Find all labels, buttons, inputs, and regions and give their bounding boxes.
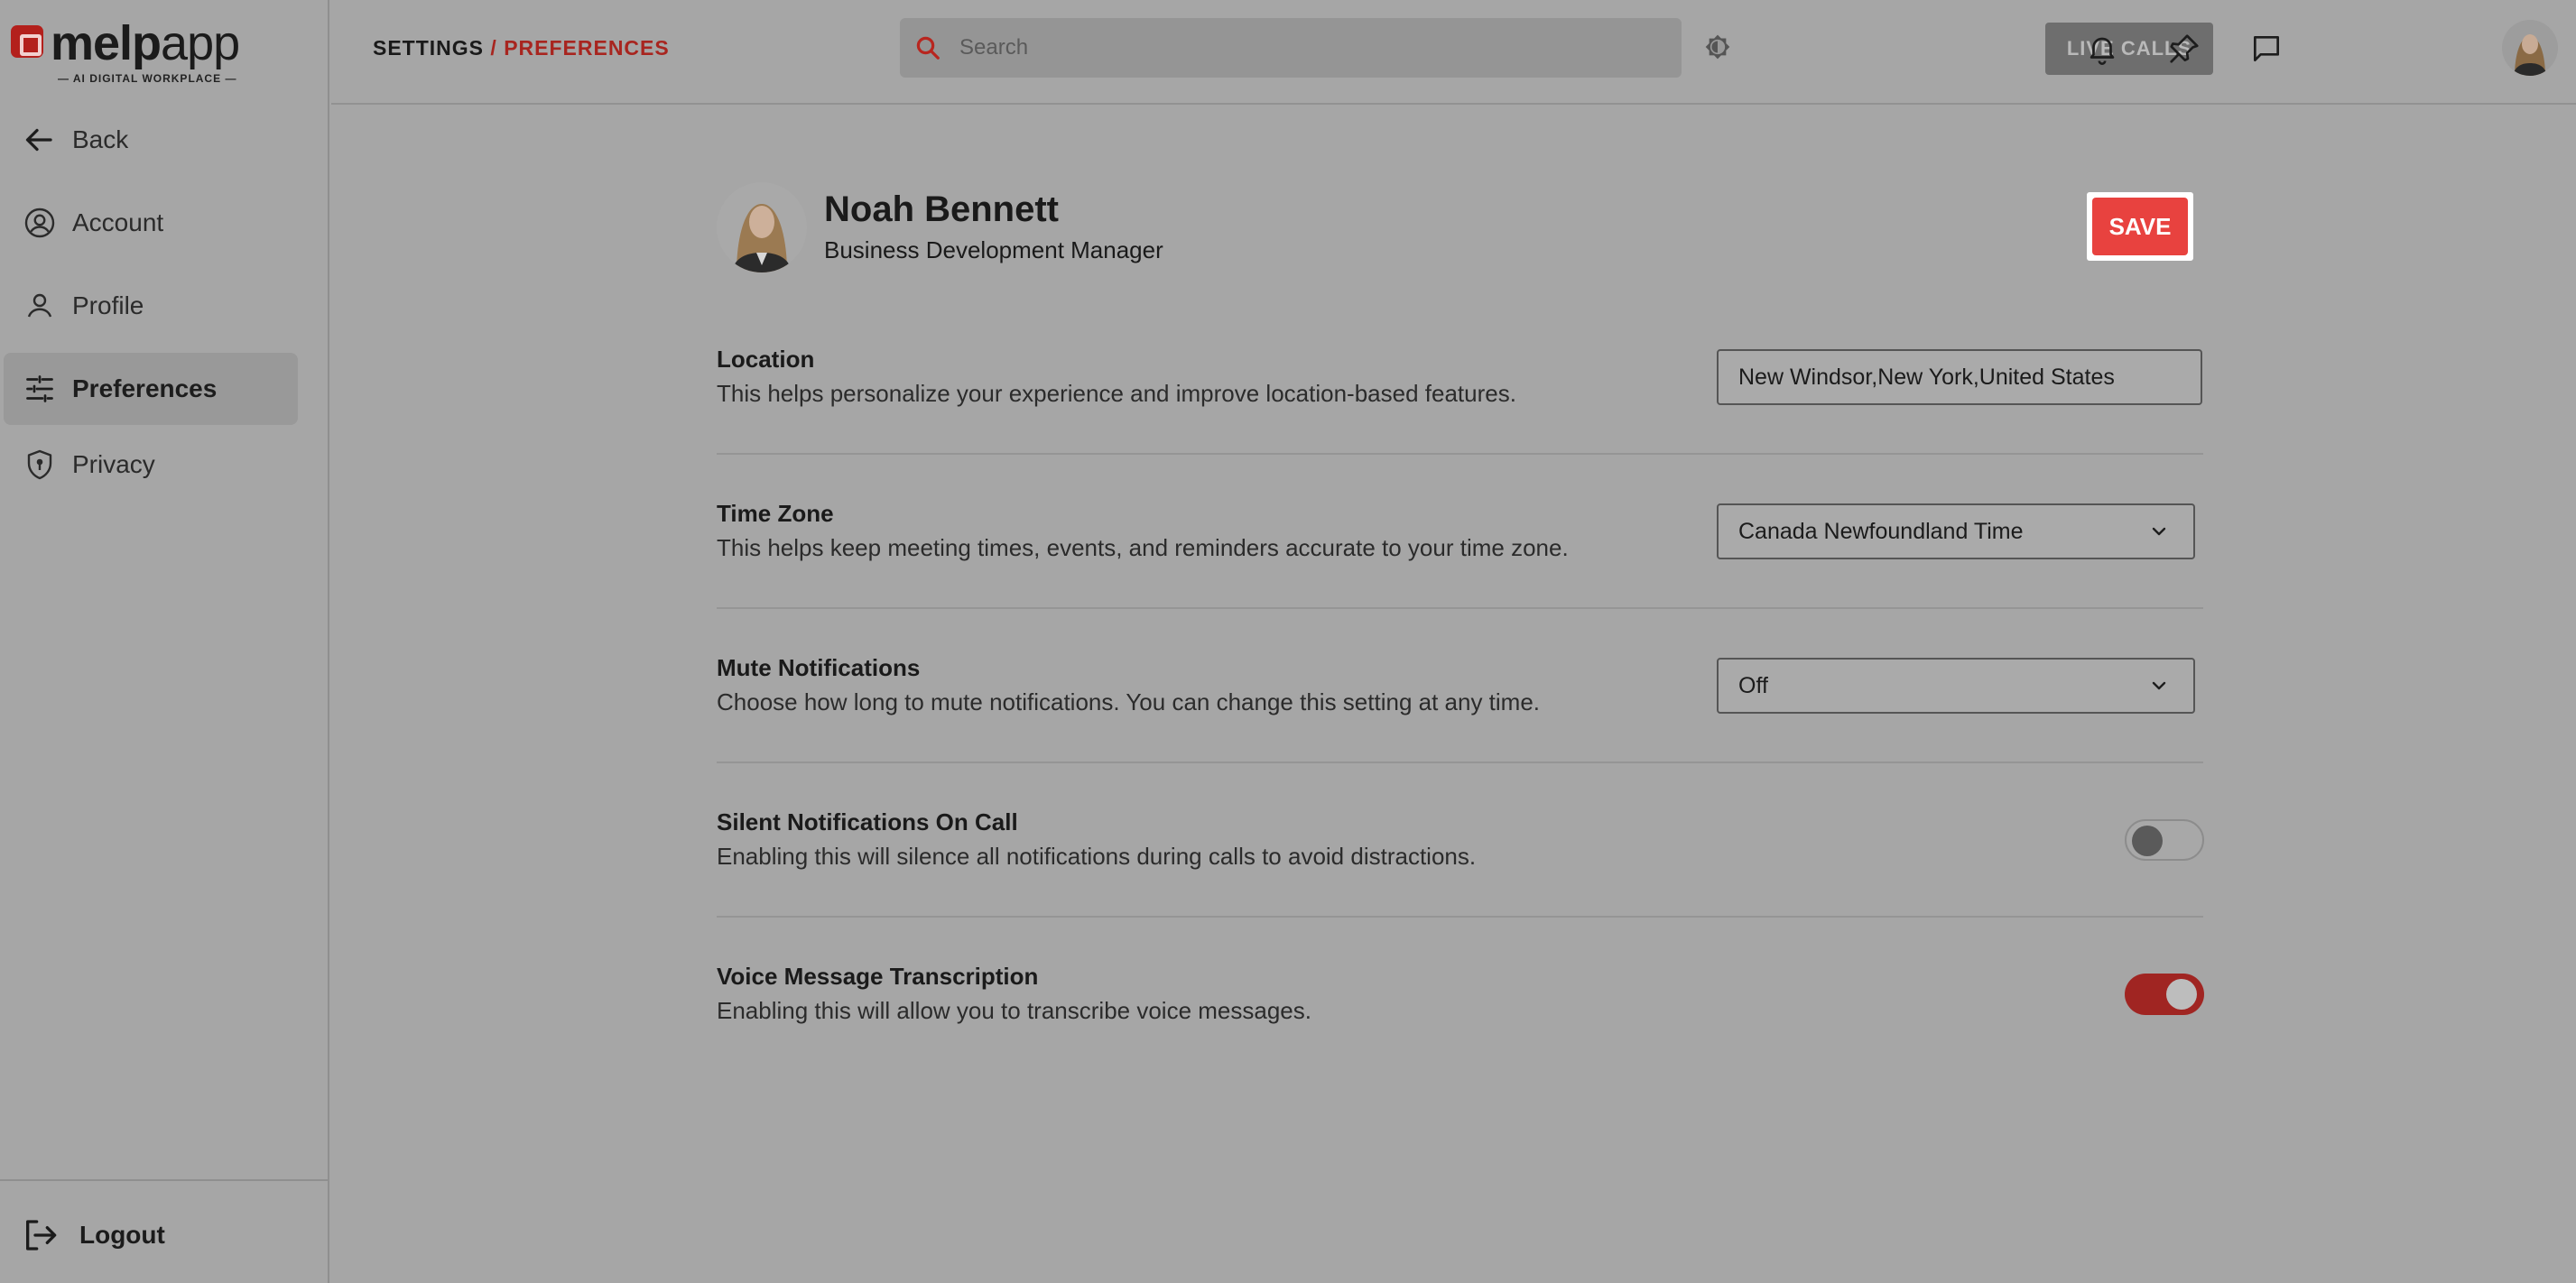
setting-description: This helps personalize your experience a… [717,380,1516,407]
setting-title: Silent Notifications On Call [717,808,1018,835]
sidebar-item-label: Preferences [72,374,218,402]
sidebar-item-label: Profile [72,291,144,319]
user-circle-icon [24,208,55,238]
setting-description: Choose how long to mute notifications. Y… [717,688,1541,715]
arrow-left-icon [25,128,52,152]
search-icon [916,36,940,60]
search-bar[interactable] [900,18,1682,78]
save-button-frame: SAVE [2087,192,2193,261]
profile-image [717,182,807,272]
sidebar-item-profile[interactable]: Profile [4,270,298,342]
logo-icon [11,25,43,58]
logo-text-bold: melp [51,16,162,70]
profile-photo [717,182,807,272]
setting-mute-notifications: Mute Notifications Choose how long to mu… [717,609,2203,763]
shield-icon [27,449,52,480]
timezone-value: Canada Newfoundland Time [1738,518,2024,544]
toggle-knob [2166,979,2197,1010]
theme-toggle-icon[interactable] [1703,32,1732,61]
avatar-image [2502,20,2558,76]
logo-tagline: — AI DIGITAL WORKPLACE — [58,72,237,85]
sidebar-item-label: Privacy [72,450,155,478]
setting-timezone: Time Zone This helps keep meeting times,… [717,455,2203,609]
user-icon [27,293,52,318]
logout-button[interactable]: Logout [22,1217,165,1253]
sidebar-item-preferences[interactable]: Preferences [4,353,298,425]
setting-title: Mute Notifications [717,654,921,681]
setting-voice-transcription: Voice Message Transcription Enabling thi… [717,918,2204,1072]
chevron-down-icon [2152,681,2166,690]
pin-icon[interactable] [2167,32,2201,66]
setting-description: Enabling this will allow you to transcri… [717,997,1311,1024]
back-label: Back [72,125,129,153]
sidebar-item-label: Account [72,208,164,236]
timezone-select[interactable]: Canada Newfoundland Time [1717,503,2195,559]
sidebar-item-privacy[interactable]: Privacy [4,429,298,501]
breadcrumb-separator: / [484,36,505,60]
top-header: SETTINGS / PREFERENCES LIVE CALLS [331,0,2576,105]
silent-on-call-toggle[interactable] [2125,819,2204,861]
setting-description: This helps keep meeting times, events, a… [717,534,1569,561]
sidebar: melpapp — AI DIGITAL WORKPLACE — Back Ac… [0,0,329,1283]
chat-icon[interactable] [2249,32,2284,66]
breadcrumb-root[interactable]: SETTINGS [373,36,484,60]
bell-icon[interactable] [2085,32,2119,66]
back-button[interactable]: Back [4,104,298,176]
setting-silent-on-call: Silent Notifications On Call Enabling th… [717,763,2204,918]
setting-description: Enabling this will silence all notificat… [717,843,1477,870]
setting-title: Location [717,346,815,373]
setting-location: Location This helps personalize your exp… [717,300,2203,455]
breadcrumb-current: PREFERENCES [504,36,670,60]
toggle-knob [2132,826,2163,856]
setting-title: Time Zone [717,500,834,527]
sidebar-item-account[interactable]: Account [4,187,298,259]
user-avatar[interactable] [2502,20,2558,76]
breadcrumb: SETTINGS / PREFERENCES [373,36,670,60]
voice-transcription-toggle[interactable] [2125,974,2204,1015]
profile-name: Noah Bennett [824,189,1059,229]
logout-section: Logout [0,1179,328,1283]
chevron-down-icon [2152,527,2166,536]
setting-title: Voice Message Transcription [717,963,1039,990]
mute-value: Off [1738,672,1768,698]
brand-logo[interactable]: melpapp — AI DIGITAL WORKPLACE — [11,16,282,88]
save-button[interactable]: SAVE [2092,198,2188,255]
logout-icon [26,1220,57,1251]
location-input[interactable]: New Windsor,New York,United States [1717,349,2202,405]
profile-job-title: Business Development Manager [824,236,1163,263]
mute-duration-select[interactable]: Off [1717,658,2195,714]
logout-label: Logout [79,1221,165,1249]
location-value: New Windsor,New York,United States [1738,364,2115,390]
sliders-icon [26,375,53,402]
logo-text-light: app [161,16,240,70]
search-input[interactable] [959,35,1663,60]
